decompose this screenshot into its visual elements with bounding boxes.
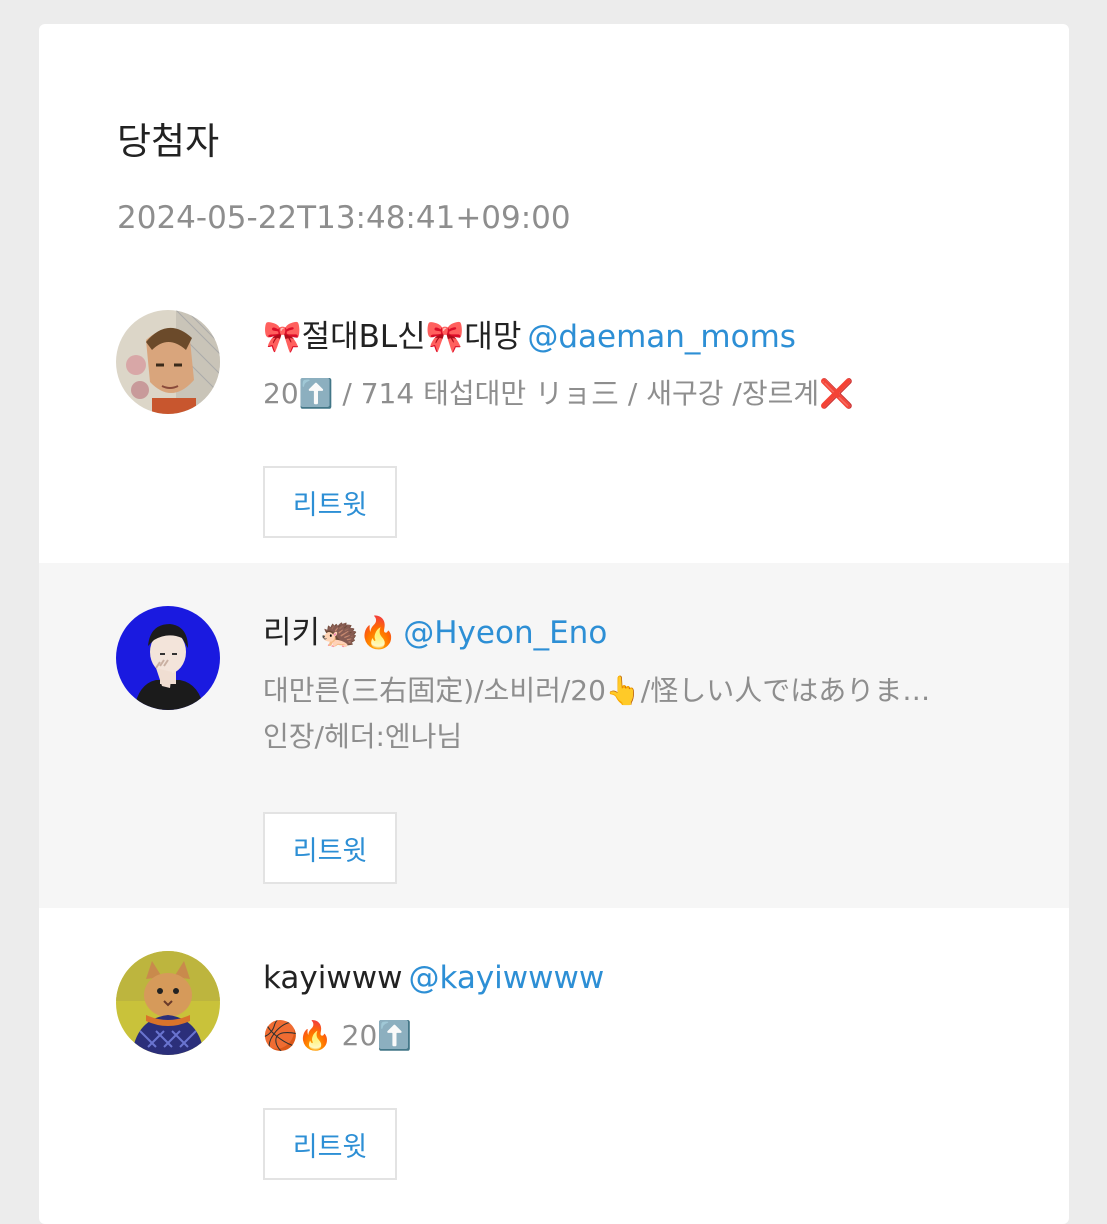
avatar[interactable] — [116, 951, 220, 1055]
winner-row: 🎀절대BL신🎀대망 @daeman_moms 20⬆️ / 714 태섭대만 リョ… — [39, 265, 1069, 610]
bio-line: 인장/헤더:엔나님 — [263, 720, 463, 753]
user-handle-link[interactable]: @kayiwwww — [408, 960, 604, 996]
user-handle-link[interactable]: @Hyeon_Eno — [403, 615, 607, 651]
display-name: 🎀절대BL신🎀대망 — [263, 319, 522, 355]
avatar[interactable] — [116, 606, 220, 710]
winner-row: 리키🦔🔥 @Hyeon_Eno 대만른(三右固定)/소비러/20👆/怪しい人ではあ… — [39, 563, 1069, 908]
illustrated-person-avatar-icon — [116, 606, 220, 710]
user-bio: 대만른(三右固定)/소비러/20👆/怪しい人ではありま… 인장/헤더:엔나님 — [263, 668, 983, 760]
winner-name-line: kayiwww @kayiwwww — [263, 958, 604, 998]
display-name: kayiwww — [263, 960, 403, 996]
page-title: 당첨자 — [117, 120, 220, 163]
bio-line: 대만른(三右固定)/소비러/20👆/怪しい人ではありま… — [263, 674, 931, 707]
anime-character-avatar-icon — [116, 310, 220, 414]
winner-name-line: 리키🦔🔥 @Hyeon_Eno — [263, 613, 607, 653]
bio-line: 20⬆️ / 714 태섭대만 リョ三 / 새구강 /장르계❌ — [263, 377, 855, 410]
avatar[interactable] — [116, 310, 220, 414]
retweet-button[interactable]: 리트윗 — [263, 466, 397, 538]
winner-row: kayiwww @kayiwwww 🏀🔥 20⬆️ 리트윗 — [39, 908, 1069, 1224]
cat-photo-avatar-icon — [116, 951, 220, 1055]
winners-card: 당첨자 2024-05-22T13:48:41+09:00 🎀절대BL신🎀대망 @… — [39, 24, 1069, 1224]
user-handle-link[interactable]: @daeman_moms — [527, 319, 796, 355]
bio-line: 🏀🔥 20⬆️ — [263, 1019, 413, 1052]
retweet-button[interactable]: 리트윗 — [263, 812, 397, 884]
user-bio: 20⬆️ / 714 태섭대만 リョ三 / 새구강 /장르계❌ — [263, 371, 983, 417]
winner-name-line: 🎀절대BL신🎀대망 @daeman_moms — [263, 317, 796, 357]
timestamp: 2024-05-22T13:48:41+09:00 — [117, 200, 571, 236]
user-bio: 🏀🔥 20⬆️ — [263, 1013, 983, 1059]
retweet-button[interactable]: 리트윗 — [263, 1108, 397, 1180]
display-name: 리키🦔🔥 — [263, 615, 398, 651]
